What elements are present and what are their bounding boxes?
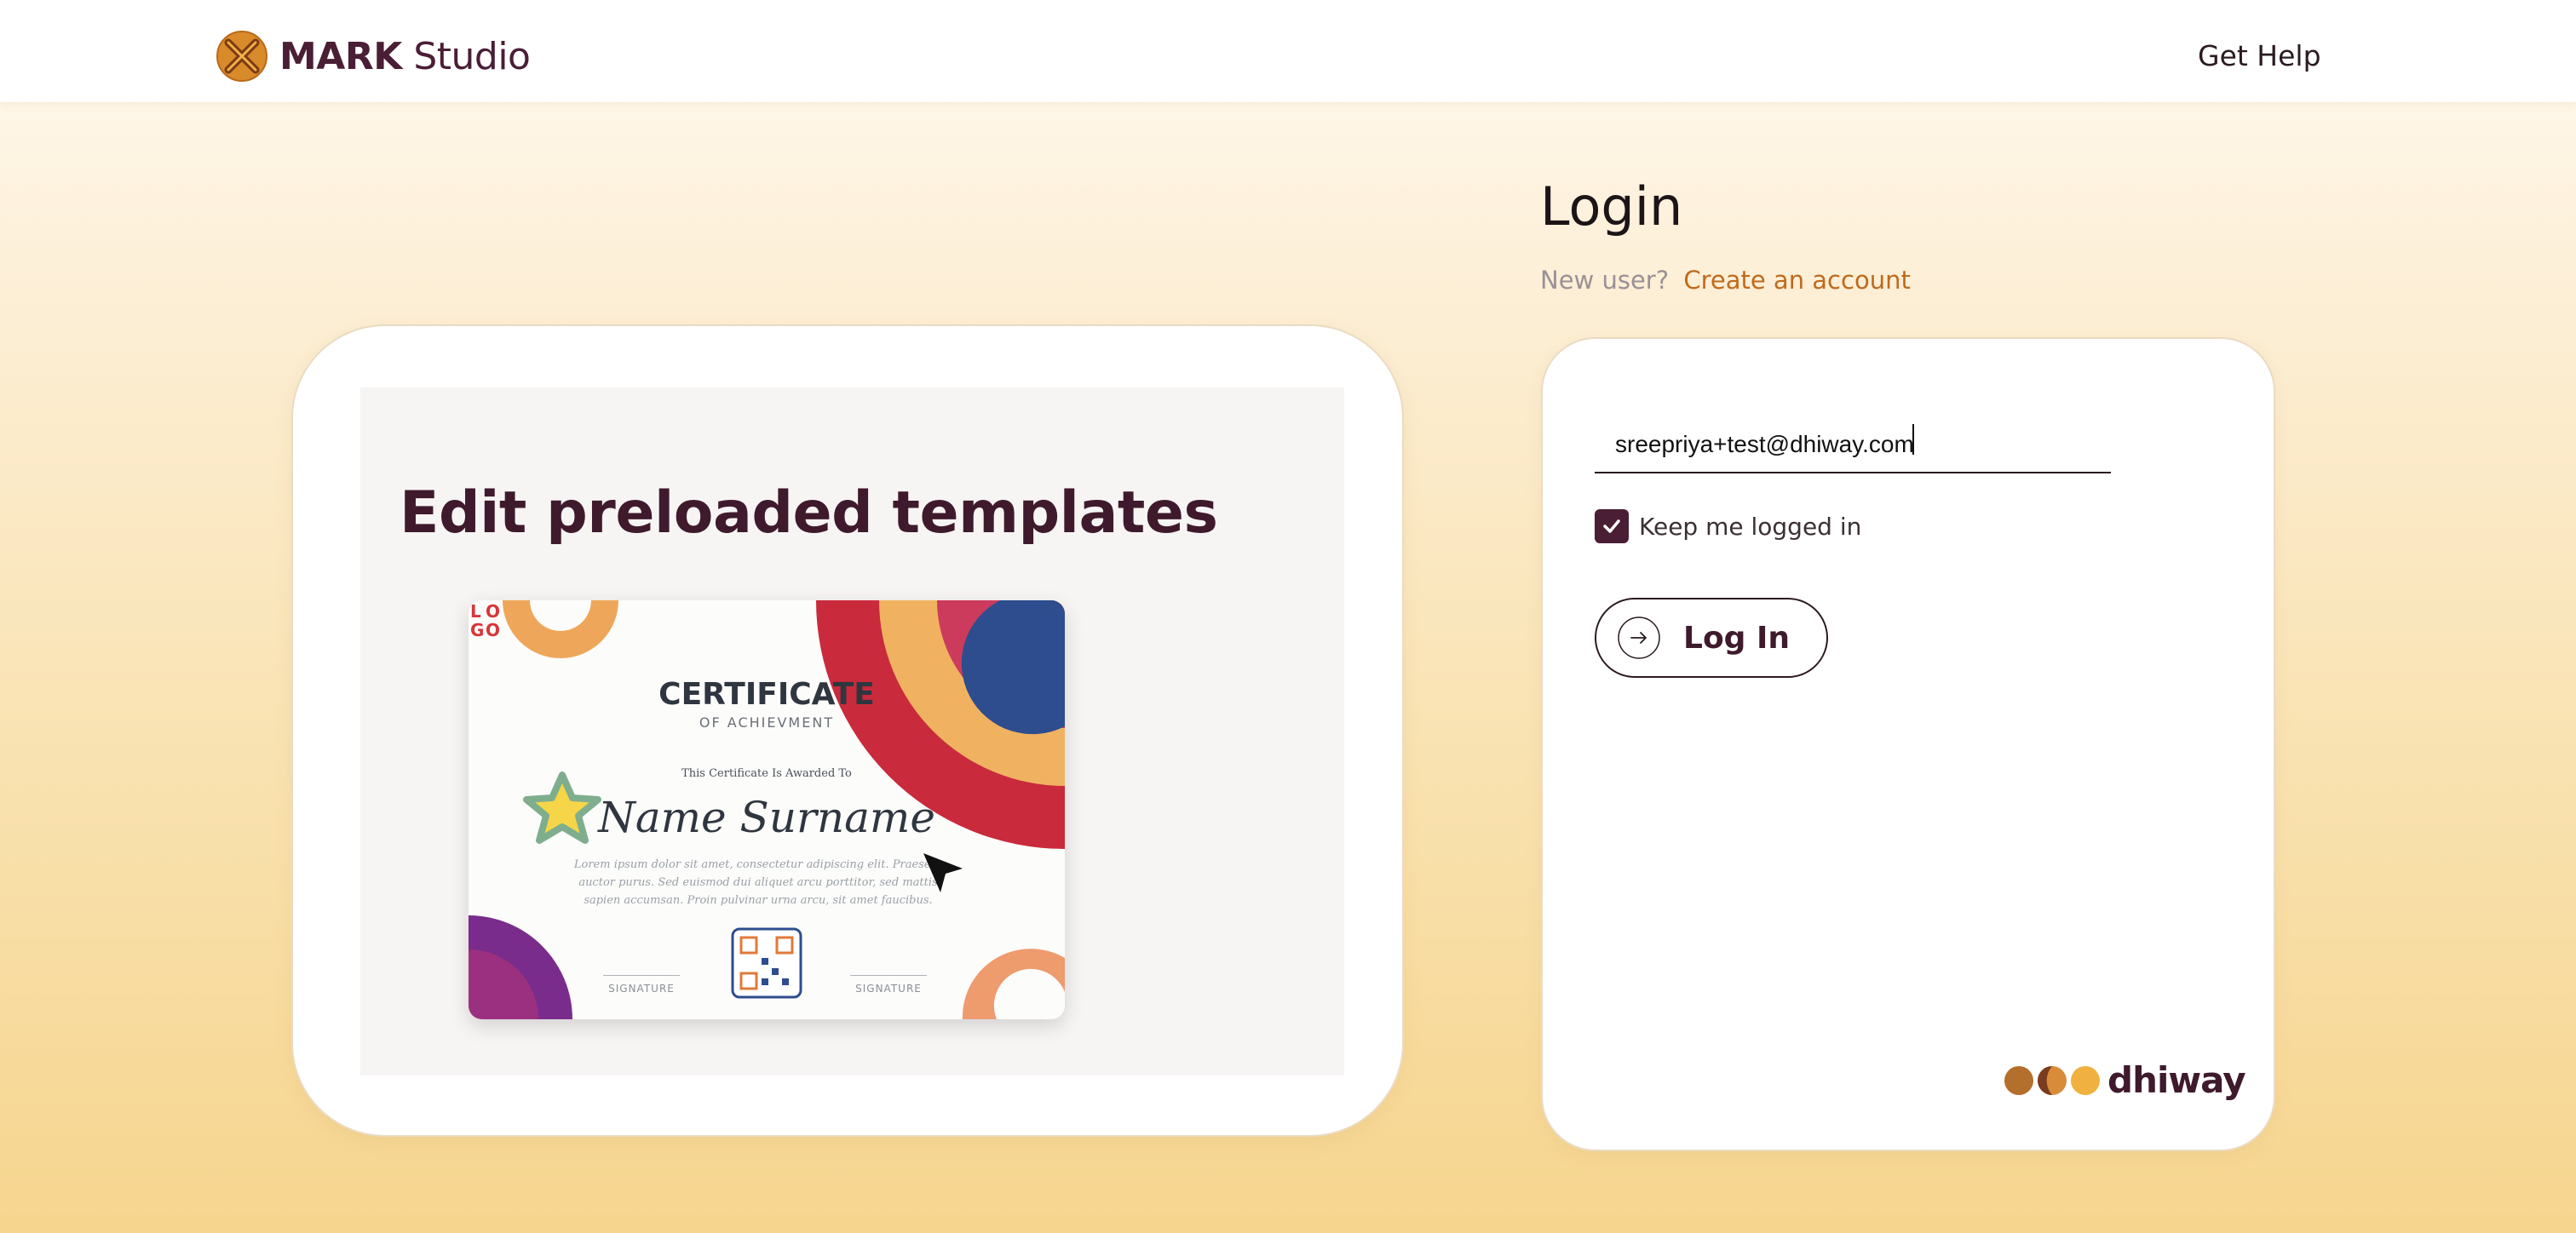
svg-text:O: O xyxy=(486,601,500,622)
login-button[interactable]: Log In xyxy=(1595,598,1828,678)
login-button-label: Log In xyxy=(1683,620,1790,656)
certificate-body: Lorem ipsum dolor sit amet, consectetur … xyxy=(573,858,943,907)
keep-logged-in-toggle[interactable]: Keep me logged in xyxy=(1595,509,1861,543)
dhiway-logo-icon xyxy=(2004,1065,2100,1095)
checkmark-icon xyxy=(1603,519,1620,533)
text-caret xyxy=(1912,424,1914,455)
top-header: MARK Studio Get Help xyxy=(0,0,2576,102)
mouse-pointer-icon xyxy=(923,853,963,892)
arrow-right-circle-icon xyxy=(1618,616,1660,659)
promo-card: Edit preloaded templates L O G O CERTIFI… xyxy=(291,324,1404,1137)
keep-logged-in-label: Keep me logged in xyxy=(1639,512,1862,541)
promo-panel: Edit preloaded templates L O G O CERTIFI… xyxy=(360,387,1344,1075)
keep-logged-in-checkbox[interactable] xyxy=(1595,509,1629,543)
brand-name: MARK Studio xyxy=(279,34,531,78)
dhiway-label: dhiway xyxy=(2107,1059,2246,1101)
brand[interactable]: MARK Studio xyxy=(216,31,531,82)
email-field[interactable] xyxy=(1595,417,2111,473)
login-card: Keep me logged in Log In dhiway xyxy=(1541,337,2275,1151)
svg-text:G: G xyxy=(470,620,484,639)
svg-text:O: O xyxy=(486,620,500,639)
mark-studio-logo-icon xyxy=(216,31,267,82)
signup-row: New user? Create an account xyxy=(1540,266,1911,295)
get-help-link[interactable]: Get Help xyxy=(2198,39,2321,72)
create-account-link[interactable]: Create an account xyxy=(1683,266,1910,295)
certificate-title: CERTIFICATE xyxy=(658,677,875,712)
certificate-subtitle: OF ACHIEVMENT xyxy=(699,714,835,731)
signature-left: SIGNATURE xyxy=(603,975,680,995)
certificate-preview: L O G O CERTIFICATE OF ACHIEVMENT This C… xyxy=(469,600,1065,1019)
certificate-awarded-to: This Certificate Is Awarded To xyxy=(681,767,852,780)
new-user-prompt: New user? xyxy=(1540,266,1670,295)
certificate-logo-icon: L O G O xyxy=(470,601,500,639)
signature-right: SIGNATURE xyxy=(850,975,927,995)
promo-title: Edit preloaded templates xyxy=(400,479,1218,547)
svg-text:L: L xyxy=(470,601,481,622)
login-title: Login xyxy=(1540,175,1683,238)
certificate-name: Name Surname xyxy=(598,793,935,842)
dhiway-brand: dhiway xyxy=(2004,1059,2246,1101)
